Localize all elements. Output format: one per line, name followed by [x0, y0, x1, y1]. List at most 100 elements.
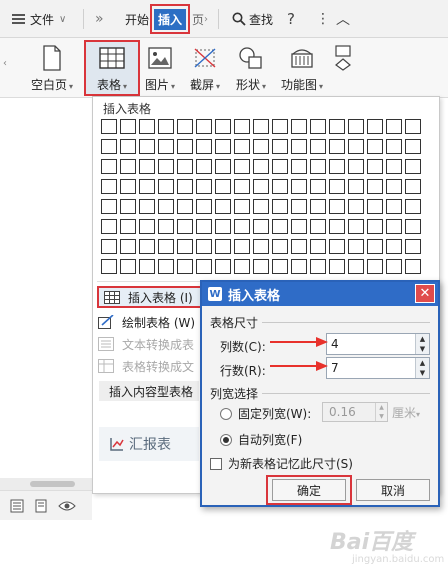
- grid-cell[interactable]: [120, 259, 136, 274]
- function-chart-button[interactable]: 功能图 ▾: [276, 42, 328, 96]
- auto-width-option[interactable]: 自动列宽(F): [220, 431, 302, 448]
- spin-down-icon[interactable]: ▼: [416, 368, 429, 378]
- grid-cell[interactable]: [196, 259, 212, 274]
- grid-cell[interactable]: [367, 259, 383, 274]
- grid-cell[interactable]: [405, 219, 421, 234]
- grid-cell[interactable]: [234, 119, 250, 134]
- grid-cell[interactable]: [139, 119, 155, 134]
- horizontal-scrollbar[interactable]: [0, 478, 92, 490]
- grid-cell[interactable]: [405, 239, 421, 254]
- grid-cell[interactable]: [101, 139, 117, 154]
- grid-cell[interactable]: [196, 179, 212, 194]
- grid-cell[interactable]: [139, 199, 155, 214]
- grid-cell[interactable]: [310, 199, 326, 214]
- insert-content-table-button[interactable]: 插入内容型表格: [99, 381, 199, 401]
- grid-cell[interactable]: [158, 179, 174, 194]
- blank-page-button[interactable]: 空白页 ▾: [26, 42, 78, 96]
- grid-cell[interactable]: [348, 199, 364, 214]
- grid-cell[interactable]: [348, 239, 364, 254]
- grid-cell[interactable]: [329, 139, 345, 154]
- page-view-icon[interactable]: [34, 499, 48, 513]
- grid-cell[interactable]: [291, 239, 307, 254]
- grid-cell[interactable]: [101, 219, 117, 234]
- grid-cell[interactable]: [329, 259, 345, 274]
- grid-cell[interactable]: [405, 179, 421, 194]
- ribbon-scroll-left[interactable]: ‹: [3, 58, 7, 69]
- grid-cell[interactable]: [386, 179, 402, 194]
- picture-button[interactable]: 图片 ▾: [140, 42, 180, 96]
- grid-cell[interactable]: [386, 259, 402, 274]
- grid-cell[interactable]: [272, 219, 288, 234]
- grid-cell[interactable]: [310, 139, 326, 154]
- table-size-grid[interactable]: [101, 119, 421, 274]
- grid-cell[interactable]: [177, 199, 193, 214]
- grid-cell[interactable]: [120, 139, 136, 154]
- grid-cell[interactable]: [367, 199, 383, 214]
- grid-cell[interactable]: [310, 259, 326, 274]
- grid-cell[interactable]: [348, 159, 364, 174]
- grid-cell[interactable]: [234, 139, 250, 154]
- grid-cell[interactable]: [158, 139, 174, 154]
- remember-size-option[interactable]: 为新表格记忆此尺寸(S): [210, 455, 353, 472]
- grid-cell[interactable]: [405, 139, 421, 154]
- columns-spinner[interactable]: 4 ▲ ▼: [326, 333, 430, 355]
- rows-spinner[interactable]: 7 ▲ ▼: [326, 357, 430, 379]
- grid-cell[interactable]: [253, 219, 269, 234]
- spin-up-icon[interactable]: ▲: [416, 358, 429, 368]
- grid-cell[interactable]: [348, 179, 364, 194]
- grid-cell[interactable]: [234, 159, 250, 174]
- grid-cell[interactable]: [139, 239, 155, 254]
- grid-cell[interactable]: [348, 119, 364, 134]
- grid-cell[interactable]: [386, 139, 402, 154]
- grid-cell[interactable]: [101, 239, 117, 254]
- grid-cell[interactable]: [272, 239, 288, 254]
- grid-cell[interactable]: [158, 239, 174, 254]
- grid-cell[interactable]: [367, 239, 383, 254]
- text-to-table-menu-item[interactable]: 文本转换成表: [97, 333, 194, 355]
- options-icon[interactable]: ⋮: [316, 0, 330, 38]
- grid-cell[interactable]: [272, 159, 288, 174]
- grid-cell[interactable]: [215, 119, 231, 134]
- grid-cell[interactable]: [158, 199, 174, 214]
- auto-width-radio[interactable]: [220, 433, 232, 446]
- grid-cell[interactable]: [291, 179, 307, 194]
- grid-cell[interactable]: [139, 179, 155, 194]
- grid-cell[interactable]: [234, 179, 250, 194]
- grid-cell[interactable]: [120, 159, 136, 174]
- close-button[interactable]: ✕: [415, 284, 435, 303]
- grid-cell[interactable]: [291, 139, 307, 154]
- grid-cell[interactable]: [386, 119, 402, 134]
- grid-cell[interactable]: [101, 199, 117, 214]
- draw-table-menu-item[interactable]: 绘制表格 (W): [97, 311, 195, 333]
- grid-cell[interactable]: [139, 259, 155, 274]
- grid-cell[interactable]: [291, 159, 307, 174]
- grid-cell[interactable]: [272, 199, 288, 214]
- grid-cell[interactable]: [272, 119, 288, 134]
- grid-cell[interactable]: [386, 239, 402, 254]
- eye-icon[interactable]: [58, 499, 76, 513]
- report-template-item[interactable]: 汇报表: [99, 427, 199, 461]
- grid-cell[interactable]: [329, 239, 345, 254]
- shape-button[interactable]: 形状 ▾: [229, 42, 273, 96]
- table-to-text-menu-item[interactable]: 表格转换成文: [97, 355, 194, 377]
- grid-cell[interactable]: [177, 139, 193, 154]
- grid-cell[interactable]: [367, 179, 383, 194]
- grid-cell[interactable]: [310, 159, 326, 174]
- grid-cell[interactable]: [329, 219, 345, 234]
- grid-cell[interactable]: [405, 119, 421, 134]
- grid-cell[interactable]: [215, 239, 231, 254]
- table-button[interactable]: 表格 ▾: [86, 42, 138, 96]
- grid-cell[interactable]: [253, 139, 269, 154]
- grid-cell[interactable]: [158, 119, 174, 134]
- tab-start[interactable]: 开始: [125, 0, 149, 38]
- grid-cell[interactable]: [386, 199, 402, 214]
- grid-cell[interactable]: [215, 139, 231, 154]
- grid-cell[interactable]: [101, 159, 117, 174]
- grid-cell[interactable]: [101, 179, 117, 194]
- grid-cell[interactable]: [234, 199, 250, 214]
- grid-cell[interactable]: [329, 159, 345, 174]
- tab-insert[interactable]: 插入: [150, 4, 190, 34]
- grid-cell[interactable]: [177, 239, 193, 254]
- grid-cell[interactable]: [310, 179, 326, 194]
- grid-cell[interactable]: [120, 239, 136, 254]
